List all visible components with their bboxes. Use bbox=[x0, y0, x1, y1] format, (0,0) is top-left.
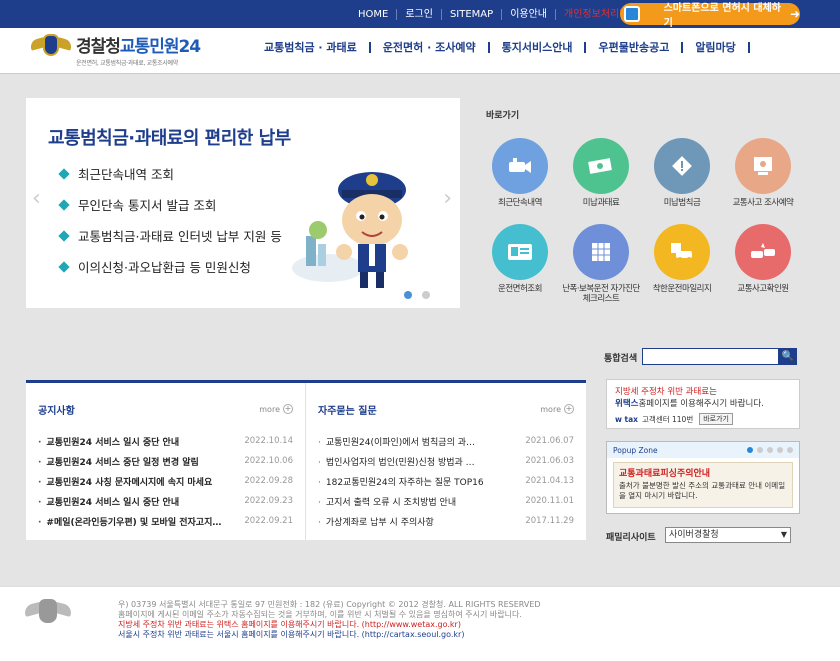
money-icon bbox=[573, 138, 629, 194]
site-footer: 우) 03739 서울특별시 서대문구 통일로 97 민원전화 : 182 (유… bbox=[0, 586, 840, 661]
popup-dot[interactable] bbox=[777, 447, 783, 453]
diamond-bullet-icon bbox=[58, 260, 70, 273]
popup-pagination bbox=[743, 447, 793, 453]
slider-dot[interactable] bbox=[422, 291, 430, 299]
slide-title: 교통범칙금·과태료의 편리한 납부 bbox=[48, 128, 291, 149]
police-emblem-icon bbox=[22, 597, 74, 629]
top-links: HOME 로그인 SITEMAP 이용안내 개인정보처리방침 bbox=[350, 0, 646, 28]
main-nav: 교통범칙금 · 과태료 운전면허 · 조사예약 통지서비스안내 우편물반송공고 … bbox=[252, 42, 750, 53]
notice-row[interactable]: 교통민원24 서비스 일시 중단 안내2022.10.14 bbox=[38, 431, 293, 451]
diamond-bullet-icon bbox=[58, 167, 70, 180]
faq-row[interactable]: 법인사업자의 법인(민원)신청 방법과 …2021.06.03 bbox=[318, 451, 574, 471]
diamond-bullet-icon bbox=[58, 229, 70, 242]
home-link[interactable]: HOME bbox=[350, 8, 398, 20]
quick-link-unpaid-fine[interactable]: 미납과태료 bbox=[561, 138, 641, 208]
search-icon: 🔍 bbox=[781, 351, 795, 362]
quick-link-accident-certificate[interactable]: 교통사고확인원 bbox=[723, 224, 803, 294]
popup-dot[interactable] bbox=[767, 447, 773, 453]
quick-links-title: 바로가기 bbox=[486, 111, 520, 121]
site-header: 경찰청교통민원24 운전면허, 교통범칙금·과태료, 교통조사예약 교통범칙금 … bbox=[0, 28, 840, 74]
slider-next-button[interactable]: › bbox=[443, 186, 452, 211]
camera-icon bbox=[492, 138, 548, 194]
slider-dot[interactable] bbox=[404, 291, 412, 299]
police-emblem-icon bbox=[29, 32, 73, 62]
slide-feature-item: 최근단속내역 조회 bbox=[58, 158, 282, 189]
nav-returned-mail[interactable]: 우편물반송공고 bbox=[586, 42, 684, 53]
faq-row[interactable]: 182교통민원24의 자주하는 질문 TOP162021.04.13 bbox=[318, 471, 574, 491]
nav-notice[interactable]: 알림마당 bbox=[683, 42, 750, 53]
popup-zone-title: Popup Zone bbox=[613, 445, 658, 455]
logo-subtitle: 운전면허, 교통범칙금·과태료, 교통조사예약 bbox=[76, 60, 178, 67]
faq-row[interactable]: 교통민원24(이파인)에서 범칙금의 과…2021.06.07 bbox=[318, 431, 574, 451]
quick-link-reckless-driving-check[interactable]: 난폭·보복운전 자가진단 체크리스트 bbox=[561, 224, 641, 304]
slider-prev-button[interactable]: ‹ bbox=[32, 186, 41, 211]
monitor-icon bbox=[735, 138, 791, 194]
guide-link[interactable]: 이용안내 bbox=[502, 8, 556, 20]
arrow-right-icon: ➜ bbox=[789, 7, 800, 21]
nav-notification[interactable]: 통지서비스안내 bbox=[490, 42, 587, 53]
quick-link-license-check[interactable]: 운전면허조회 bbox=[480, 224, 560, 294]
notice-board: 공지사항 more+ 교통민원24 서비스 일시 중단 안내2022.10.14… bbox=[26, 383, 306, 540]
search-button[interactable]: 🔍 bbox=[779, 348, 797, 365]
faq-title: 자주묻는 질문 bbox=[318, 405, 377, 417]
diamond-bullet-icon bbox=[58, 198, 70, 211]
faq-row[interactable]: 고지서 출력 오류 시 조치방법 안내2020.11.01 bbox=[318, 491, 574, 511]
nav-license[interactable]: 운전면허 · 조사예약 bbox=[371, 42, 490, 53]
notice-title: 공지사항 bbox=[38, 405, 75, 417]
faq-more-button[interactable]: more + bbox=[540, 404, 574, 414]
main-slider: 교통범칙금·과태료의 편리한 납부 최근단속내역 조회 무인단속 통지서 발급 … bbox=[26, 98, 460, 308]
quick-link-recent-enforcement[interactable]: 최근단속내역 bbox=[480, 138, 560, 208]
popup-dot[interactable] bbox=[757, 447, 763, 453]
slider-pagination bbox=[404, 291, 440, 299]
site-logo[interactable]: 경찰청교통민원24 운전면허, 교통범칙금·과태료, 교통조사예약 bbox=[29, 32, 201, 67]
footer-text: 우) 03739 서울특별시 서대문구 통일로 97 민원전화 : 182 (유… bbox=[118, 600, 541, 639]
popup-dot[interactable] bbox=[787, 447, 793, 453]
checklist-icon bbox=[573, 224, 629, 280]
wetax-go-button[interactable]: 바로가기 bbox=[699, 413, 733, 425]
notice-row[interactable]: #메일(온라인등기우편) 및 모바일 전자고지 안내2022.09.21 bbox=[38, 511, 293, 531]
quick-link-good-driving-mileage[interactable]: 착한운전마일리지 bbox=[642, 224, 722, 294]
nav-fines[interactable]: 교통범칙금 · 과태료 bbox=[252, 42, 371, 53]
slide-feature-item: 무인단속 통지서 발급 조회 bbox=[58, 189, 282, 220]
popup-banner[interactable]: 교통과태료피싱주의안내 출처가 불분명한 발신 주소의 교통과태료 안내 이메일… bbox=[613, 462, 793, 508]
slide-feature-list: 최근단속내역 조회 무인단속 통지서 발급 조회 교통범칙금·과태료 인터넷 납… bbox=[58, 158, 282, 282]
login-link[interactable]: 로그인 bbox=[397, 8, 442, 20]
wetax-banner[interactable]: 지방세 주정차 위반 과태료는 위택스홈페이지를 이용해주시기 바랍니다. w … bbox=[606, 379, 800, 429]
car-crash-icon bbox=[735, 224, 791, 280]
smartphone-icon bbox=[624, 6, 640, 22]
plus-icon: + bbox=[283, 404, 293, 414]
quick-link-accident-reservation[interactable]: 교통사고 조사예약 bbox=[723, 138, 803, 208]
smartphone-banner[interactable]: 스마트폰으로 면허시 대체하기 ➜ bbox=[620, 3, 800, 29]
wetax-logo: w tax bbox=[615, 414, 639, 424]
popup-zone: Popup Zone 교통과태료피싱주의안내 출처가 불분명한 발신 주소의 교… bbox=[606, 441, 800, 514]
notice-more-button[interactable]: more + bbox=[259, 404, 293, 414]
board-panel: 공지사항 more+ 교통민원24 서비스 일시 중단 안내2022.10.14… bbox=[26, 380, 586, 540]
slide-feature-item: 교통범칙금·과태료 인터넷 납부 지원 등 bbox=[58, 220, 282, 251]
car-mileage-icon bbox=[654, 224, 710, 280]
quick-link-unpaid-penalty[interactable]: 미납범칙금 bbox=[642, 138, 722, 208]
logo-title: 경찰청교통민원24 bbox=[76, 37, 201, 57]
notice-row[interactable]: 교통민원24 서비스 일시 중단 안내2022.09.23 bbox=[38, 491, 293, 511]
id-card-icon bbox=[492, 224, 548, 280]
sitemap-link[interactable]: SITEMAP bbox=[442, 8, 503, 20]
plus-icon: + bbox=[564, 404, 574, 414]
notice-row[interactable]: 교통민원24 사칭 문자메시지에 속지 마세요2022.09.28 bbox=[38, 471, 293, 491]
popup-dot[interactable] bbox=[747, 447, 753, 453]
search-input[interactable] bbox=[642, 348, 779, 365]
family-site-label: 패밀리사이트 bbox=[606, 533, 656, 543]
smartphone-banner-text: 스마트폰으로 면허시 대체하기 bbox=[663, 3, 781, 29]
chevron-down-icon: ▼ bbox=[780, 530, 787, 539]
faq-row[interactable]: 가상계좌로 납부 시 주의사항2017.11.29 bbox=[318, 511, 574, 531]
search-label: 통합검색 bbox=[604, 354, 638, 364]
family-site-select[interactable]: 사이버경찰청 ▼ bbox=[665, 527, 791, 543]
slide-feature-item: 이의신청·과오납환급 등 민원신청 bbox=[58, 251, 282, 282]
notice-row[interactable]: 교통민원24 서비스 중단 일정 변경 알림2022.10.06 bbox=[38, 451, 293, 471]
warning-icon bbox=[654, 138, 710, 194]
police-mascot-illustration bbox=[292, 172, 408, 288]
faq-board: 자주묻는 질문 more+ 교통민원24(이파인)에서 범칙금의 과…2021.… bbox=[306, 383, 586, 540]
top-utility-bar: HOME 로그인 SITEMAP 이용안내 개인정보처리방침 스마트폰으로 면허… bbox=[0, 0, 840, 29]
